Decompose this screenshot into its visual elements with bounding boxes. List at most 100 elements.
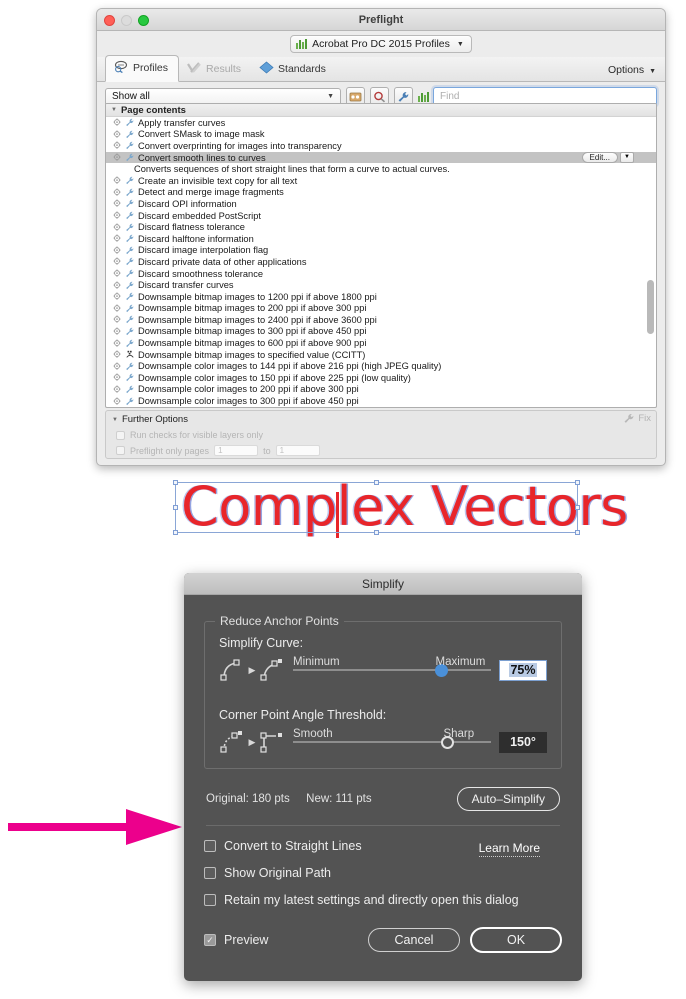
selection-handle-bl[interactable] [173,530,178,535]
profile-list-item[interactable]: Discard image interpolation flag [106,245,656,257]
page-from-input[interactable]: 1 [214,445,259,456]
options-menu-button[interactable]: Options ▼ [608,64,656,76]
show-original-path-option[interactable]: Show Original Path [204,866,562,880]
diamond-icon [259,61,274,77]
selection-handle-tc[interactable] [374,480,379,485]
profile-list-item[interactable]: Downsample bitmap images to 300 ppi if a… [106,326,656,338]
tab-standards[interactable]: Standards [251,57,336,82]
fix-button[interactable]: Fix [623,413,651,424]
simplify-curve-slider[interactable]: Minimum Maximum [293,656,491,682]
smooth-curve-point-icon [219,658,245,682]
simplify-curve-min-label: Minimum [293,656,340,668]
selection-handle-mr[interactable] [575,505,580,510]
profile-list-item[interactable]: Downsample bitmap images to specified va… [106,349,656,361]
list-scrollbar-thumb[interactable] [647,280,654,334]
profile-list-item[interactable]: Discard embedded PostScript [106,210,656,222]
list-group-header-label: Page contents [120,104,186,116]
only-pages-label: Preflight only pages [130,445,210,456]
profile-list-item[interactable]: Convert overprinting for images into tra… [106,140,656,152]
profile-list-item[interactable]: Downsample color images to 150 ppi if ab… [106,372,656,384]
tab-results[interactable]: Results [179,57,251,82]
slider-end-labels: Smooth Sharp [293,728,491,742]
visible-layers-option[interactable]: Run checks for visible layers only [106,430,656,440]
simplify-curve-label: Simplify Curve: [219,636,304,650]
profile-list-item[interactable]: Detect and merge image fragments [106,187,656,199]
ok-button[interactable]: OK [470,927,562,953]
selection-bounding-box[interactable] [173,480,580,535]
retain-settings-label: Retain my latest settings and directly o… [224,893,519,907]
further-options-panel: ▼ Further Options Fix Run checks for vis… [105,410,657,459]
simplify-curve-value-input[interactable]: 75% [499,659,547,681]
gear-icon [113,315,121,324]
profile-list-item-label: Convert overprinting for images into tra… [138,140,342,151]
corner-point-slider[interactable]: Smooth Sharp [293,728,491,754]
convert-straight-lines-checkbox[interactable] [204,840,216,852]
selection-handle-ml[interactable] [173,505,178,510]
profile-list-item[interactable]: Apply transfer curves [106,117,656,129]
profile-list-item[interactable]: Downsample bitmap images to 2400 ppi if … [106,314,656,326]
zoom-button[interactable] [138,15,149,26]
visible-layers-checkbox[interactable] [116,430,125,440]
only-pages-checkbox[interactable] [116,446,125,455]
profile-list-item[interactable]: Downsample bitmap images to 200 ppi if a… [106,303,656,315]
selection-handle-br[interactable] [575,530,580,535]
corner-point-value-input[interactable]: 150° [499,731,547,753]
new-points-label: New: 111 pts [306,793,372,805]
gear-icon [113,373,121,382]
profiles-list[interactable]: ▼ Page contents Apply transfer curves Con… [105,103,657,408]
preview-checkbox[interactable]: ✓ [204,934,216,946]
selection-handle-tl[interactable] [173,480,178,485]
profile-list-item[interactable]: Discard transfer curves [106,279,656,291]
corner-point-row: ▶ Smooth Sharp 150° [219,728,547,754]
edit-button[interactable]: Edit... [581,151,618,163]
selection-handle-tr[interactable] [575,480,580,485]
edit-dropdown-button[interactable]: ▼ [620,151,634,163]
profile-list-item-label: Downsample bitmap images to 2400 ppi if … [138,314,377,325]
cancel-button[interactable]: Cancel [368,928,460,952]
further-options-header[interactable]: ▼ Further Options [106,411,656,425]
wrench-icon [126,211,134,220]
only-pages-option[interactable]: Preflight only pages 1 to 1 [106,445,656,456]
profile-list-item[interactable]: Discard flatness tolerance [106,221,656,233]
profile-list-item[interactable]: Discard smoothness tolerance [106,268,656,280]
profile-list-item-label: Discard halftone information [138,233,254,244]
close-button[interactable] [104,15,115,26]
profile-list-item[interactable]: Discard halftone information [106,233,656,245]
profile-list-item[interactable]: Downsample color images to 200 ppi if ab… [106,384,656,396]
profile-list-item[interactable]: Convert smooth lines to curves [106,151,656,164]
profile-list-item[interactable]: Downsample color images to 300 ppi if ab… [106,395,656,407]
learn-more-link[interactable]: Learn More [478,841,540,857]
chevron-down-icon: ▼ [112,416,118,423]
stats-row: Original: 180 pts New: 111 pts Auto–Simp… [206,787,560,811]
profile-list-item[interactable]: Create an invisible text copy for all te… [106,175,656,187]
profile-list-item[interactable]: Downsample bitmap images to 600 ppi if a… [106,337,656,349]
chevron-down-icon: ▼ [327,93,334,100]
profile-list-item-label: Downsample color images to 200 ppi if ab… [138,384,359,395]
profile-dropdown[interactable]: Acrobat Pro DC 2015 Profiles ▼ [290,35,472,53]
retain-settings-option[interactable]: Retain my latest settings and directly o… [204,893,562,907]
page-to-input[interactable]: 1 [275,445,320,456]
retain-settings-checkbox[interactable] [204,894,216,906]
profile-list-item[interactable]: Downsample color images to 144 ppi if ab… [106,360,656,372]
search-icon [374,91,386,102]
minimize-button[interactable] [121,15,132,26]
list-scrollbar[interactable] [646,118,655,406]
auto-simplify-button[interactable]: Auto–Simplify [456,787,560,811]
gear-icon [113,281,121,289]
gear-icon [113,304,121,312]
wrench-icon [126,397,134,405]
profile-list-item[interactable]: Discard OPI information [106,198,656,210]
profile-list-item[interactable]: Discard private data of other applicatio… [106,256,656,268]
wrench-icon [126,339,134,347]
slider-end-labels: Minimum Maximum [293,656,491,670]
show-original-path-checkbox[interactable] [204,867,216,879]
gear-icon [113,292,121,301]
tab-profiles[interactable]: Profiles [105,55,180,82]
simplify-dialog-title: Simplify [184,573,582,595]
list-group-header[interactable]: ▼ Page contents [106,104,656,117]
selection-handle-bc[interactable] [374,530,379,535]
gear-icon [113,153,121,162]
profile-list-item[interactable]: Downsample bitmap images to 1200 ppi if … [106,291,656,303]
profile-list-item[interactable]: Convert SMask to image mask [106,129,656,141]
profile-list-item-label: Create an invisible text copy for all te… [138,175,298,186]
